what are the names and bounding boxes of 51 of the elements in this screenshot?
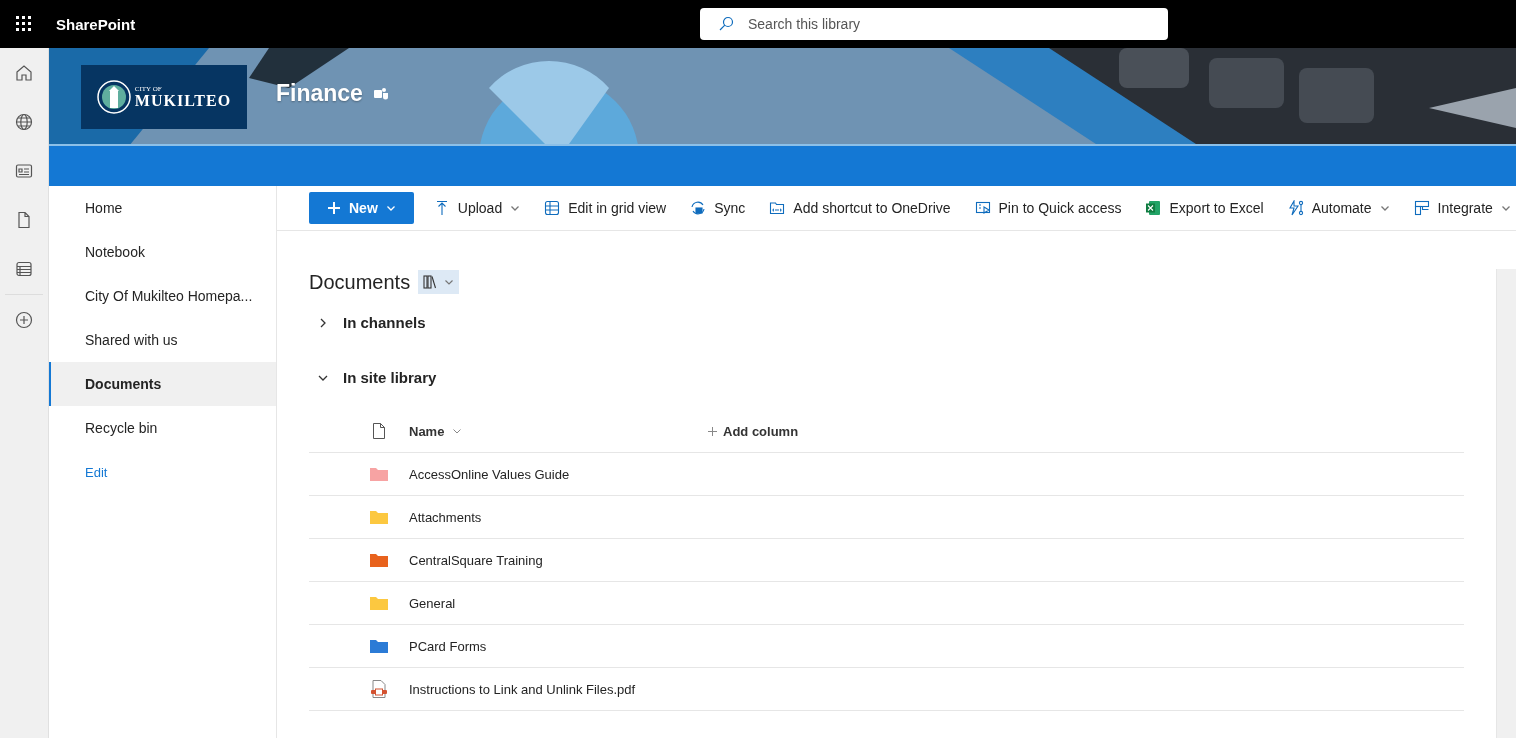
command-button[interactable]: Pin to Quick access [964, 192, 1132, 224]
command-button[interactable]: Automate [1277, 192, 1400, 224]
teams-icon[interactable] [373, 86, 389, 102]
file-name-link[interactable]: Attachments [409, 509, 482, 525]
nav-link[interactable]: City Of Mukilteo Homepa... [49, 274, 276, 318]
edit-link[interactable]: Edit [49, 450, 276, 494]
nav-link[interactable]: Notebook [49, 230, 276, 274]
pdf-file-icon [369, 679, 389, 699]
app-title[interactable]: SharePoint [56, 15, 136, 33]
logo-text: MUKILTEO [134, 92, 232, 109]
nav-link[interactable]: Recycle bin [49, 406, 276, 450]
command-button[interactable]: New [309, 192, 414, 224]
add-icon[interactable] [14, 310, 34, 330]
lighthouse-emblem-icon [96, 80, 131, 114]
plus-icon [708, 426, 717, 436]
section-toggle[interactable]: In channels [309, 295, 426, 350]
chevron-down-icon [444, 277, 455, 287]
file-name-link[interactable]: General [409, 595, 456, 611]
nav-link[interactable]: Home [49, 186, 276, 230]
home-icon[interactable] [14, 63, 34, 83]
library-title: Documents [309, 270, 411, 294]
grid-icon [544, 200, 561, 216]
chevron-down-icon [452, 426, 463, 436]
list-icon[interactable] [14, 259, 34, 279]
search-field[interactable]: Search this library [700, 8, 1168, 40]
nav-link[interactable]: Documents [49, 362, 276, 406]
flow-icon [1287, 200, 1304, 216]
scrollbar[interactable] [1496, 269, 1516, 738]
file-name-link[interactable]: AccessOnline Values Guide [409, 466, 570, 482]
excel-icon [1145, 200, 1162, 216]
nav-link[interactable]: Shared with us [49, 318, 276, 362]
command-button[interactable]: Export to Excel [1135, 192, 1274, 224]
news-icon[interactable] [14, 161, 34, 181]
command-button[interactable]: Integrate [1403, 192, 1516, 224]
integrate-icon [1413, 200, 1430, 216]
plus-icon [327, 201, 341, 215]
add-column-button[interactable]: Add column [708, 423, 799, 439]
sync-icon [690, 200, 707, 216]
view-switcher-button[interactable] [418, 270, 460, 294]
globe-icon[interactable] [14, 112, 34, 132]
command-button[interactable]: Edit in grid view [534, 192, 677, 224]
name-column-header[interactable]: Name [409, 423, 708, 439]
section-toggle[interactable]: In site library [309, 350, 437, 405]
command-button[interactable]: Add shortcut to OneDrive [759, 192, 961, 224]
file-name-link[interactable]: PCard Forms [409, 638, 487, 654]
file-name-link[interactable]: CentralSquare Training [409, 552, 543, 568]
file-name-link[interactable]: Instructions to Link and Unlink Files.pdf [409, 681, 636, 697]
link-folder-icon [769, 200, 786, 216]
command-button[interactable]: Upload [423, 192, 531, 224]
app-launcher-icon[interactable] [16, 16, 32, 32]
command-button[interactable]: Sync [680, 192, 756, 224]
